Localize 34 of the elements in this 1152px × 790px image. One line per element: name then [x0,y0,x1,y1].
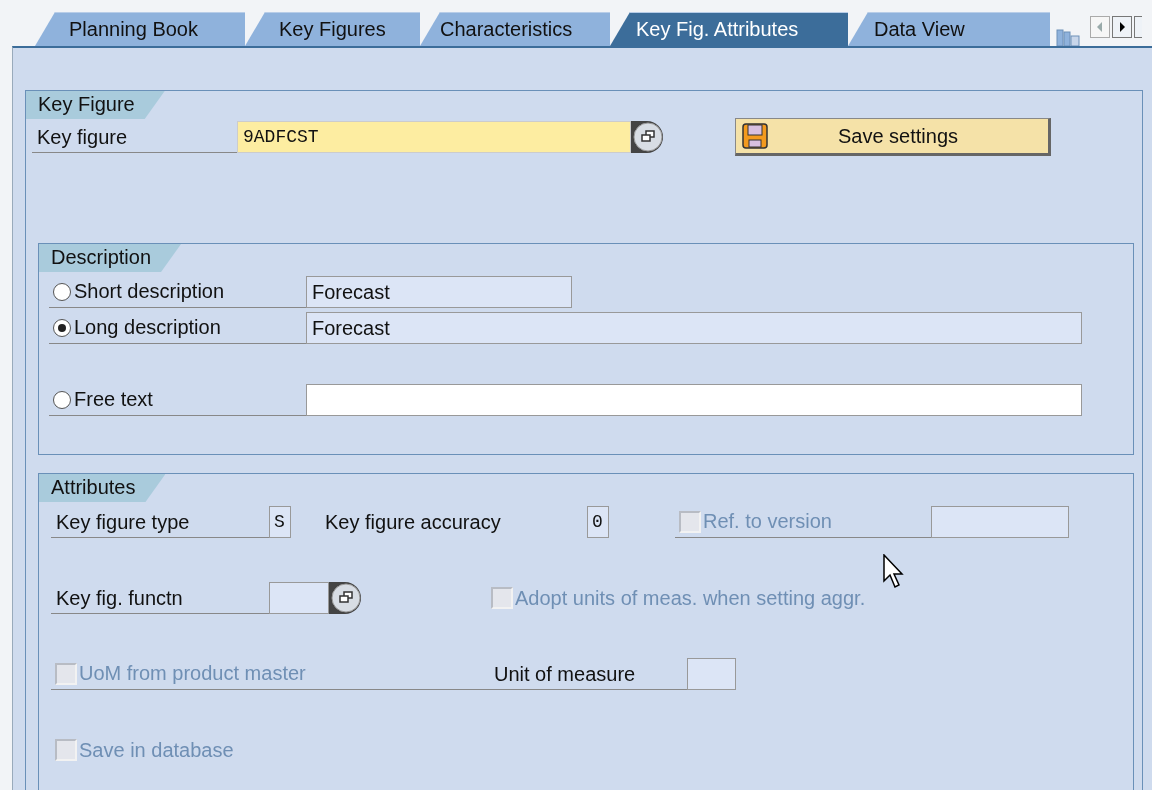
right-arrow-icon [1118,22,1126,32]
save-settings-button[interactable]: Save settings [735,118,1051,156]
accuracy-field: 0 [587,506,609,538]
radio-button[interactable] [53,318,71,337]
checkbox-label: Adopt units of meas. when setting aggr. [515,586,866,610]
tab[interactable]: Characteristics [420,12,610,46]
radio-label: Long description [74,316,221,339]
tab[interactable]: Data View [848,12,1050,46]
radio-button[interactable] [53,390,71,409]
group-title: Attributes [39,474,166,502]
left-arrow-icon [1096,22,1104,32]
description-field: Forecast [306,312,1082,344]
radio-button[interactable] [53,282,71,301]
checkbox-label: Save in database [79,738,234,762]
group-title: Key Figure [26,91,165,119]
radio-label: Short description [74,280,225,303]
field-label: Key figure accuracy [325,510,502,535]
tab[interactable]: Planning Book [35,12,245,46]
description-field[interactable] [306,384,1082,416]
value-help-icon[interactable] [631,121,663,153]
scroll-right-button[interactable] [1112,16,1132,38]
function-field[interactable] [269,582,329,614]
description-field: Forecast [306,276,572,308]
group-title: Description [39,244,182,272]
tab[interactable]: Key Figures [245,12,420,46]
key-figure-field[interactable]: 9ADFCST [237,121,631,153]
value-help-icon[interactable] [329,582,361,614]
key-figure-type-field: S [269,506,291,538]
tab[interactable]: Key Fig. Attributes [610,12,848,46]
checkbox-label: Ref. to version [703,510,832,533]
radio-label: Free text [74,388,153,411]
unit-field[interactable] [687,658,736,690]
scroll-end-button[interactable] [1134,16,1142,38]
checkbox-label: UoM from product master [79,662,306,685]
